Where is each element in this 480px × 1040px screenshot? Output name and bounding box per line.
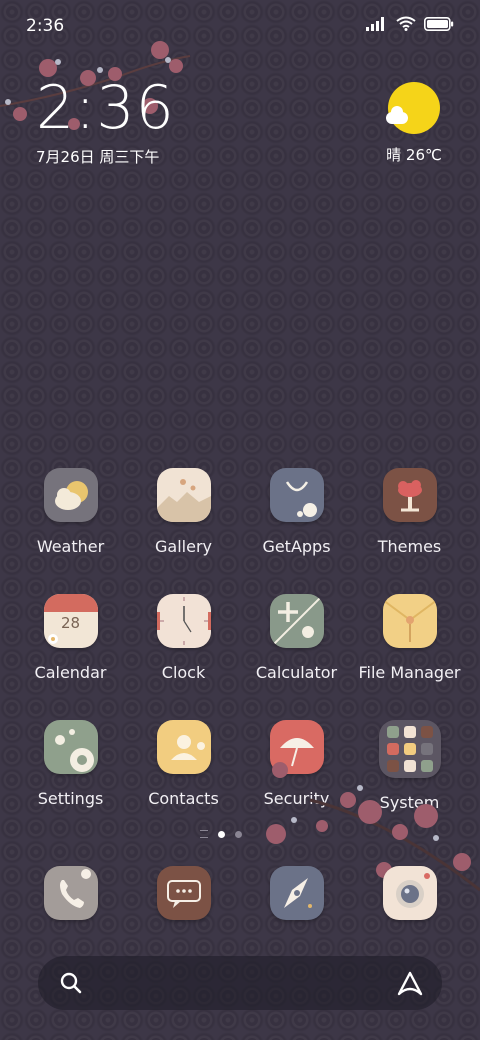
signal-icon <box>366 16 384 31</box>
getapps-icon <box>269 468 324 522</box>
calendar-icon: 28 <box>43 594 98 648</box>
app-clock[interactable]: Clock <box>127 594 240 682</box>
app-getapps[interactable]: GetApps <box>240 468 353 556</box>
themes-icon <box>382 468 437 522</box>
page-dot-active <box>218 830 225 838</box>
app-label: Calendar <box>34 663 107 682</box>
app-weather[interactable]: Weather <box>14 468 127 556</box>
dock-browser[interactable] <box>240 866 353 920</box>
calculator-icon <box>269 594 324 648</box>
app-label: Settings <box>37 789 104 808</box>
file-manager-icon <box>382 594 437 648</box>
gallery-icon <box>156 468 211 522</box>
wifi-icon <box>396 16 416 31</box>
search-icon[interactable] <box>60 972 82 994</box>
dock-phone[interactable] <box>14 866 127 920</box>
dock-messages[interactable] <box>127 866 240 920</box>
widget-time: 2:36 <box>36 73 175 143</box>
widget-date: 7月26日 周三下午 <box>36 148 160 166</box>
sun-icon <box>386 82 440 134</box>
app-label: Calculator <box>255 663 338 682</box>
app-label: Themes <box>377 537 442 556</box>
app-themes[interactable]: Themes <box>353 468 466 556</box>
app-label: Contacts <box>148 789 219 808</box>
clock-widget[interactable]: 2:36 7月26日 周三下午 <box>36 78 175 167</box>
app-calculator[interactable]: Calculator <box>240 594 353 682</box>
weather-widget[interactable]: 晴 26℃ <box>384 82 444 165</box>
app-contacts[interactable]: Contacts <box>127 720 240 808</box>
page-dot <box>235 830 242 838</box>
app-file-manager[interactable]: File Manager <box>353 594 466 682</box>
status-time: 2:36 <box>26 16 65 36</box>
contacts-icon <box>156 720 211 774</box>
app-calendar[interactable]: 28 Calendar <box>14 594 127 682</box>
messages-icon <box>156 866 211 920</box>
camera-icon <box>382 866 437 920</box>
battery-icon <box>424 16 454 31</box>
search-bar[interactable] <box>38 956 442 1010</box>
page-indicator[interactable] <box>200 830 242 838</box>
browser-icon <box>269 866 324 920</box>
app-label: Clock <box>161 663 206 682</box>
dock-camera[interactable] <box>353 866 466 920</box>
app-label: Gallery <box>155 537 212 556</box>
weather-icon <box>43 468 98 522</box>
weather-temperature: 晴 26℃ <box>386 146 442 164</box>
phone-icon <box>43 866 98 920</box>
app-label: File Manager <box>358 663 461 682</box>
settings-icon <box>43 720 98 774</box>
app-settings[interactable]: Settings <box>14 720 127 808</box>
cloud-icon <box>386 106 408 124</box>
app-gallery[interactable]: Gallery <box>127 468 240 556</box>
app-label: GetApps <box>262 537 331 556</box>
assistant-icon[interactable] <box>396 970 424 996</box>
app-label: Weather <box>36 537 105 556</box>
page-indicator-menu <box>200 830 208 838</box>
clock-icon <box>156 594 211 648</box>
